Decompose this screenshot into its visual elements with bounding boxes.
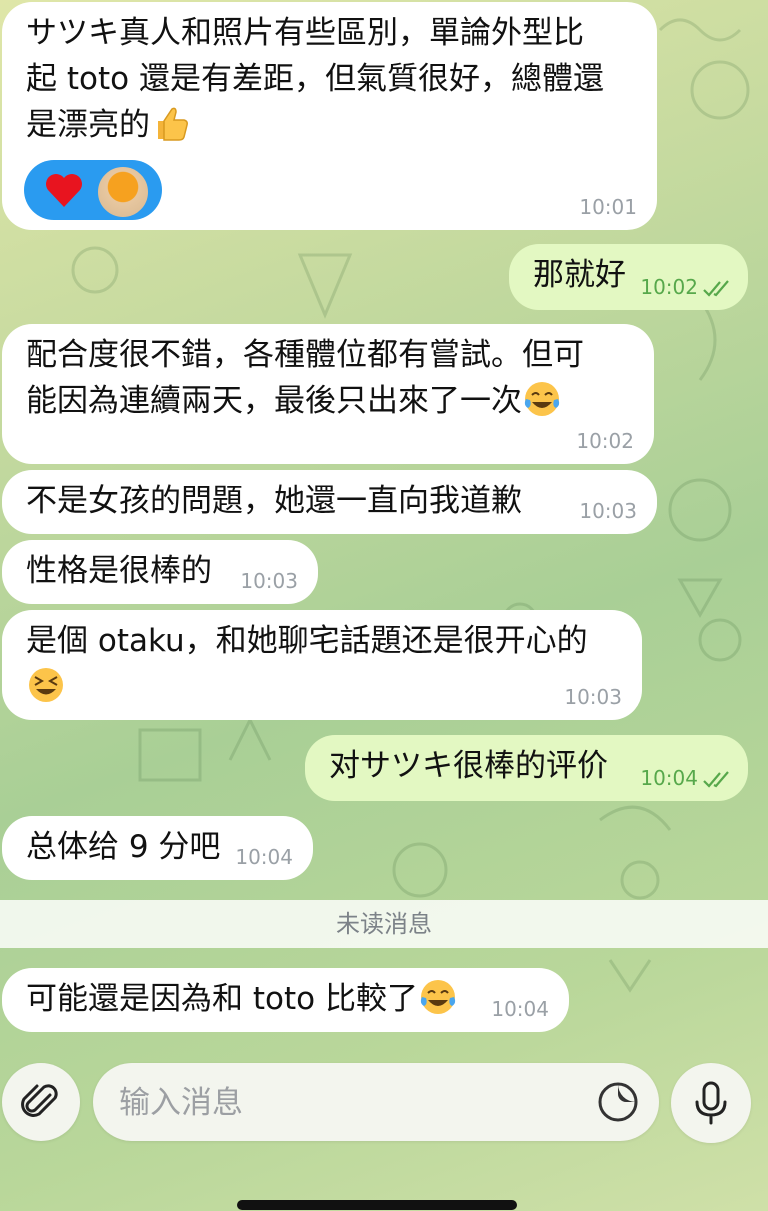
attach-button[interactable] [2,1063,80,1141]
thumbs-up-emoji-icon [158,107,188,141]
laughing-squint-emoji-icon [29,668,63,702]
message-time: 10:04 [491,997,549,1021]
tears-of-joy-emoji-icon [420,980,456,1014]
message-time: 10:02 [576,429,634,453]
message-bubble[interactable]: サツキ真人和照片有些區別，單論外型比 起 toto 還是有差距，但氣質很好，總體… [2,2,657,230]
reaction-pill[interactable] [24,160,162,220]
paperclip-icon [21,1084,58,1117]
double-check-read-icon [703,771,729,788]
microphone-icon [695,1081,727,1125]
message-time: 10:03 [564,685,622,709]
message-text: 那就好 [533,257,626,293]
heart-icon [46,174,82,207]
message-time: 10:04 [235,845,293,869]
message-input-field[interactable] [93,1063,659,1141]
message-bubble[interactable]: 性格是很棒的 10:03 [2,540,318,604]
tears-of-joy-emoji-icon [524,382,560,416]
message-bubble[interactable]: 不是女孩的問題，她還一直向我道歉 10:03 [2,470,657,534]
message-time-status: 10:04 [640,767,732,789]
message-text: 是個 otaku，和她聊宅話題还是很开心的 [26,623,588,659]
message-bubble[interactable]: 可能還是因為和 toto 比較了 10:04 [2,968,569,1032]
message-text: 可能還是因為和 toto 比較了 [26,981,418,1017]
double-check-read-icon [703,280,729,297]
message-text: 总体给 9 分吧 [26,829,221,865]
message-text: 性格是很棒的 [26,553,212,589]
message-time: 10:03 [579,499,637,523]
message-text: 对サツキ很棒的评价 [329,748,608,784]
message-time: 10:03 [240,569,298,593]
reaction-user-avatar [96,165,150,219]
sticker-button[interactable] [595,1079,641,1125]
message-text: 配合度很不錯，各種體位都有嘗試。但可 能因為連續兩天，最後只出來了一次 [26,337,584,419]
message-time: 10:01 [579,195,637,219]
message-bubble[interactable]: 那就好 10:02 [509,244,748,310]
message-text: 不是女孩的問題，她還一直向我道歉 [26,483,522,519]
message-bubble[interactable]: 对サツキ很棒的评价 10:04 [305,735,748,801]
message-text: サツキ真人和照片有些區別，單論外型比 起 toto 還是有差距，但氣質很好，總體… [26,15,604,143]
message-time-status: 10:02 [640,276,732,298]
voice-record-button[interactable] [671,1063,751,1143]
message-bubble[interactable]: 总体给 9 分吧 10:04 [2,816,313,880]
home-indicator [237,1200,517,1210]
message-input[interactable] [117,1077,591,1129]
message-bubble[interactable]: 是個 otaku，和她聊宅話題还是很开心的 10:03 [2,610,642,720]
sticker-icon [598,1082,638,1122]
message-time: 10:02 [640,275,698,299]
unread-messages-divider: 未读消息 [0,900,768,948]
message-time: 10:04 [640,766,698,790]
message-bubble[interactable]: 配合度很不錯，各種體位都有嘗試。但可 能因為連續兩天，最後只出來了一次 10:0… [2,324,654,464]
